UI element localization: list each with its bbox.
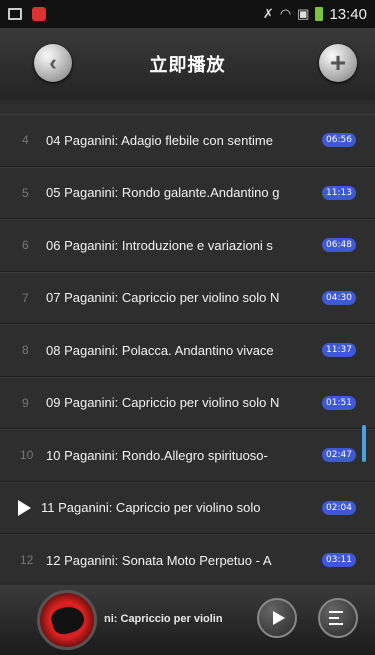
track-title: 12 Paganini: Sonata Moto Perpetuo - A bbox=[46, 552, 272, 568]
track-row[interactable]: 11 Paganini: Capriccio per violino solo 0… bbox=[0, 481, 375, 534]
track-duration-badge: 11:13 bbox=[322, 185, 356, 200]
track-title: 11 Paganini: Capriccio per violino solo bbox=[41, 500, 261, 516]
app-header: ‹ 立即播放 + bbox=[0, 28, 375, 100]
track-duration-badge: 02:47 bbox=[322, 448, 356, 463]
playlist-icon bbox=[329, 611, 347, 625]
page-title: 立即播放 bbox=[149, 55, 226, 75]
plus-icon: + bbox=[329, 47, 347, 78]
track-title: 09 Paganini: Capriccio per violino solo … bbox=[46, 395, 280, 411]
track-row[interactable]: 12 12 Paganini: Sonata Moto Perpetuo - A 0… bbox=[0, 534, 375, 582]
now-playing-indicator-icon bbox=[18, 499, 31, 516]
track-index: 7 bbox=[22, 290, 29, 305]
track-title: 06 Paganini: Introduzione e variazioni s bbox=[46, 237, 273, 253]
track-list[interactable]: 4 04 Paganini: Adagio flebile con sentime… bbox=[0, 104, 375, 582]
track-duration-badge: 01:51 bbox=[322, 395, 356, 410]
track-index: 5 bbox=[22, 185, 29, 200]
play-button[interactable] bbox=[257, 598, 297, 638]
track-index: 9 bbox=[22, 395, 29, 410]
track-title: 05 Paganini: Rondo galante.Andantino g bbox=[46, 185, 280, 201]
back-button[interactable]: ‹ bbox=[34, 44, 72, 82]
track-row[interactable]: 6 06 Paganini: Introduzione e variazioni … bbox=[0, 219, 375, 272]
battery-icon bbox=[315, 7, 324, 21]
track-duration-badge: 06:48 bbox=[322, 238, 356, 253]
track-row[interactable]: 8 08 Paganini: Polacca. Andantino vivace 1… bbox=[0, 324, 375, 377]
track-title: 10 Paganini: Rondo.Allegro spirituoso- bbox=[46, 447, 268, 463]
track-index: 6 bbox=[22, 238, 29, 253]
image-notification-icon bbox=[8, 8, 22, 20]
track-row[interactable]: 4 04 Paganini: Adagio flebile con sentime… bbox=[0, 114, 375, 167]
track-duration-badge: 02:04 bbox=[322, 500, 356, 515]
track-title: 04 Paganini: Adagio flebile con sentime bbox=[46, 132, 273, 148]
add-button[interactable]: + bbox=[319, 44, 357, 82]
track-index: 8 bbox=[22, 343, 29, 358]
track-index: 4 bbox=[22, 133, 29, 148]
app-notification-icon bbox=[32, 7, 46, 21]
playlist-button[interactable] bbox=[318, 598, 358, 638]
track-duration-badge: 06:56 bbox=[322, 133, 356, 148]
track-row[interactable]: 7 07 Paganini: Capriccio per violino solo… bbox=[0, 271, 375, 324]
track-row[interactable]: 5 05 Paganini: Rondo galante.Andantino g 1… bbox=[0, 166, 375, 219]
now-playing-title[interactable]: ni: Capriccio per violin bbox=[104, 613, 254, 625]
track-title: 07 Paganini: Capriccio per violino solo … bbox=[46, 290, 280, 306]
album-art bbox=[49, 603, 87, 637]
status-bar: ✗ ◠ ▣ 13:40 bbox=[0, 0, 375, 28]
back-arrow-icon: ‹ bbox=[49, 50, 57, 75]
mini-player: ni: Capriccio per violin bbox=[0, 585, 375, 655]
track-duration-badge: 03:11 bbox=[322, 553, 356, 568]
track-duration-badge: 04:30 bbox=[322, 290, 356, 305]
album-cover[interactable] bbox=[37, 590, 97, 650]
mute-icon: ✗ bbox=[262, 6, 274, 21]
wifi-icon: ◠ bbox=[279, 6, 292, 21]
track-row[interactable]: 9 09 Paganini: Capriccio per violino solo… bbox=[0, 376, 375, 429]
track-index: 10 bbox=[20, 448, 34, 463]
scrollbar[interactable] bbox=[362, 425, 366, 462]
sim-icon: ▣ bbox=[297, 6, 310, 21]
track-index: 12 bbox=[20, 553, 34, 568]
track-duration-badge: 11:37 bbox=[322, 343, 356, 358]
play-icon bbox=[272, 611, 285, 625]
status-time: 13:40 bbox=[329, 5, 367, 23]
track-title: 08 Paganini: Polacca. Andantino vivace bbox=[46, 342, 274, 358]
track-row[interactable]: 10 10 Paganini: Rondo.Allegro spirituoso-… bbox=[0, 429, 375, 482]
